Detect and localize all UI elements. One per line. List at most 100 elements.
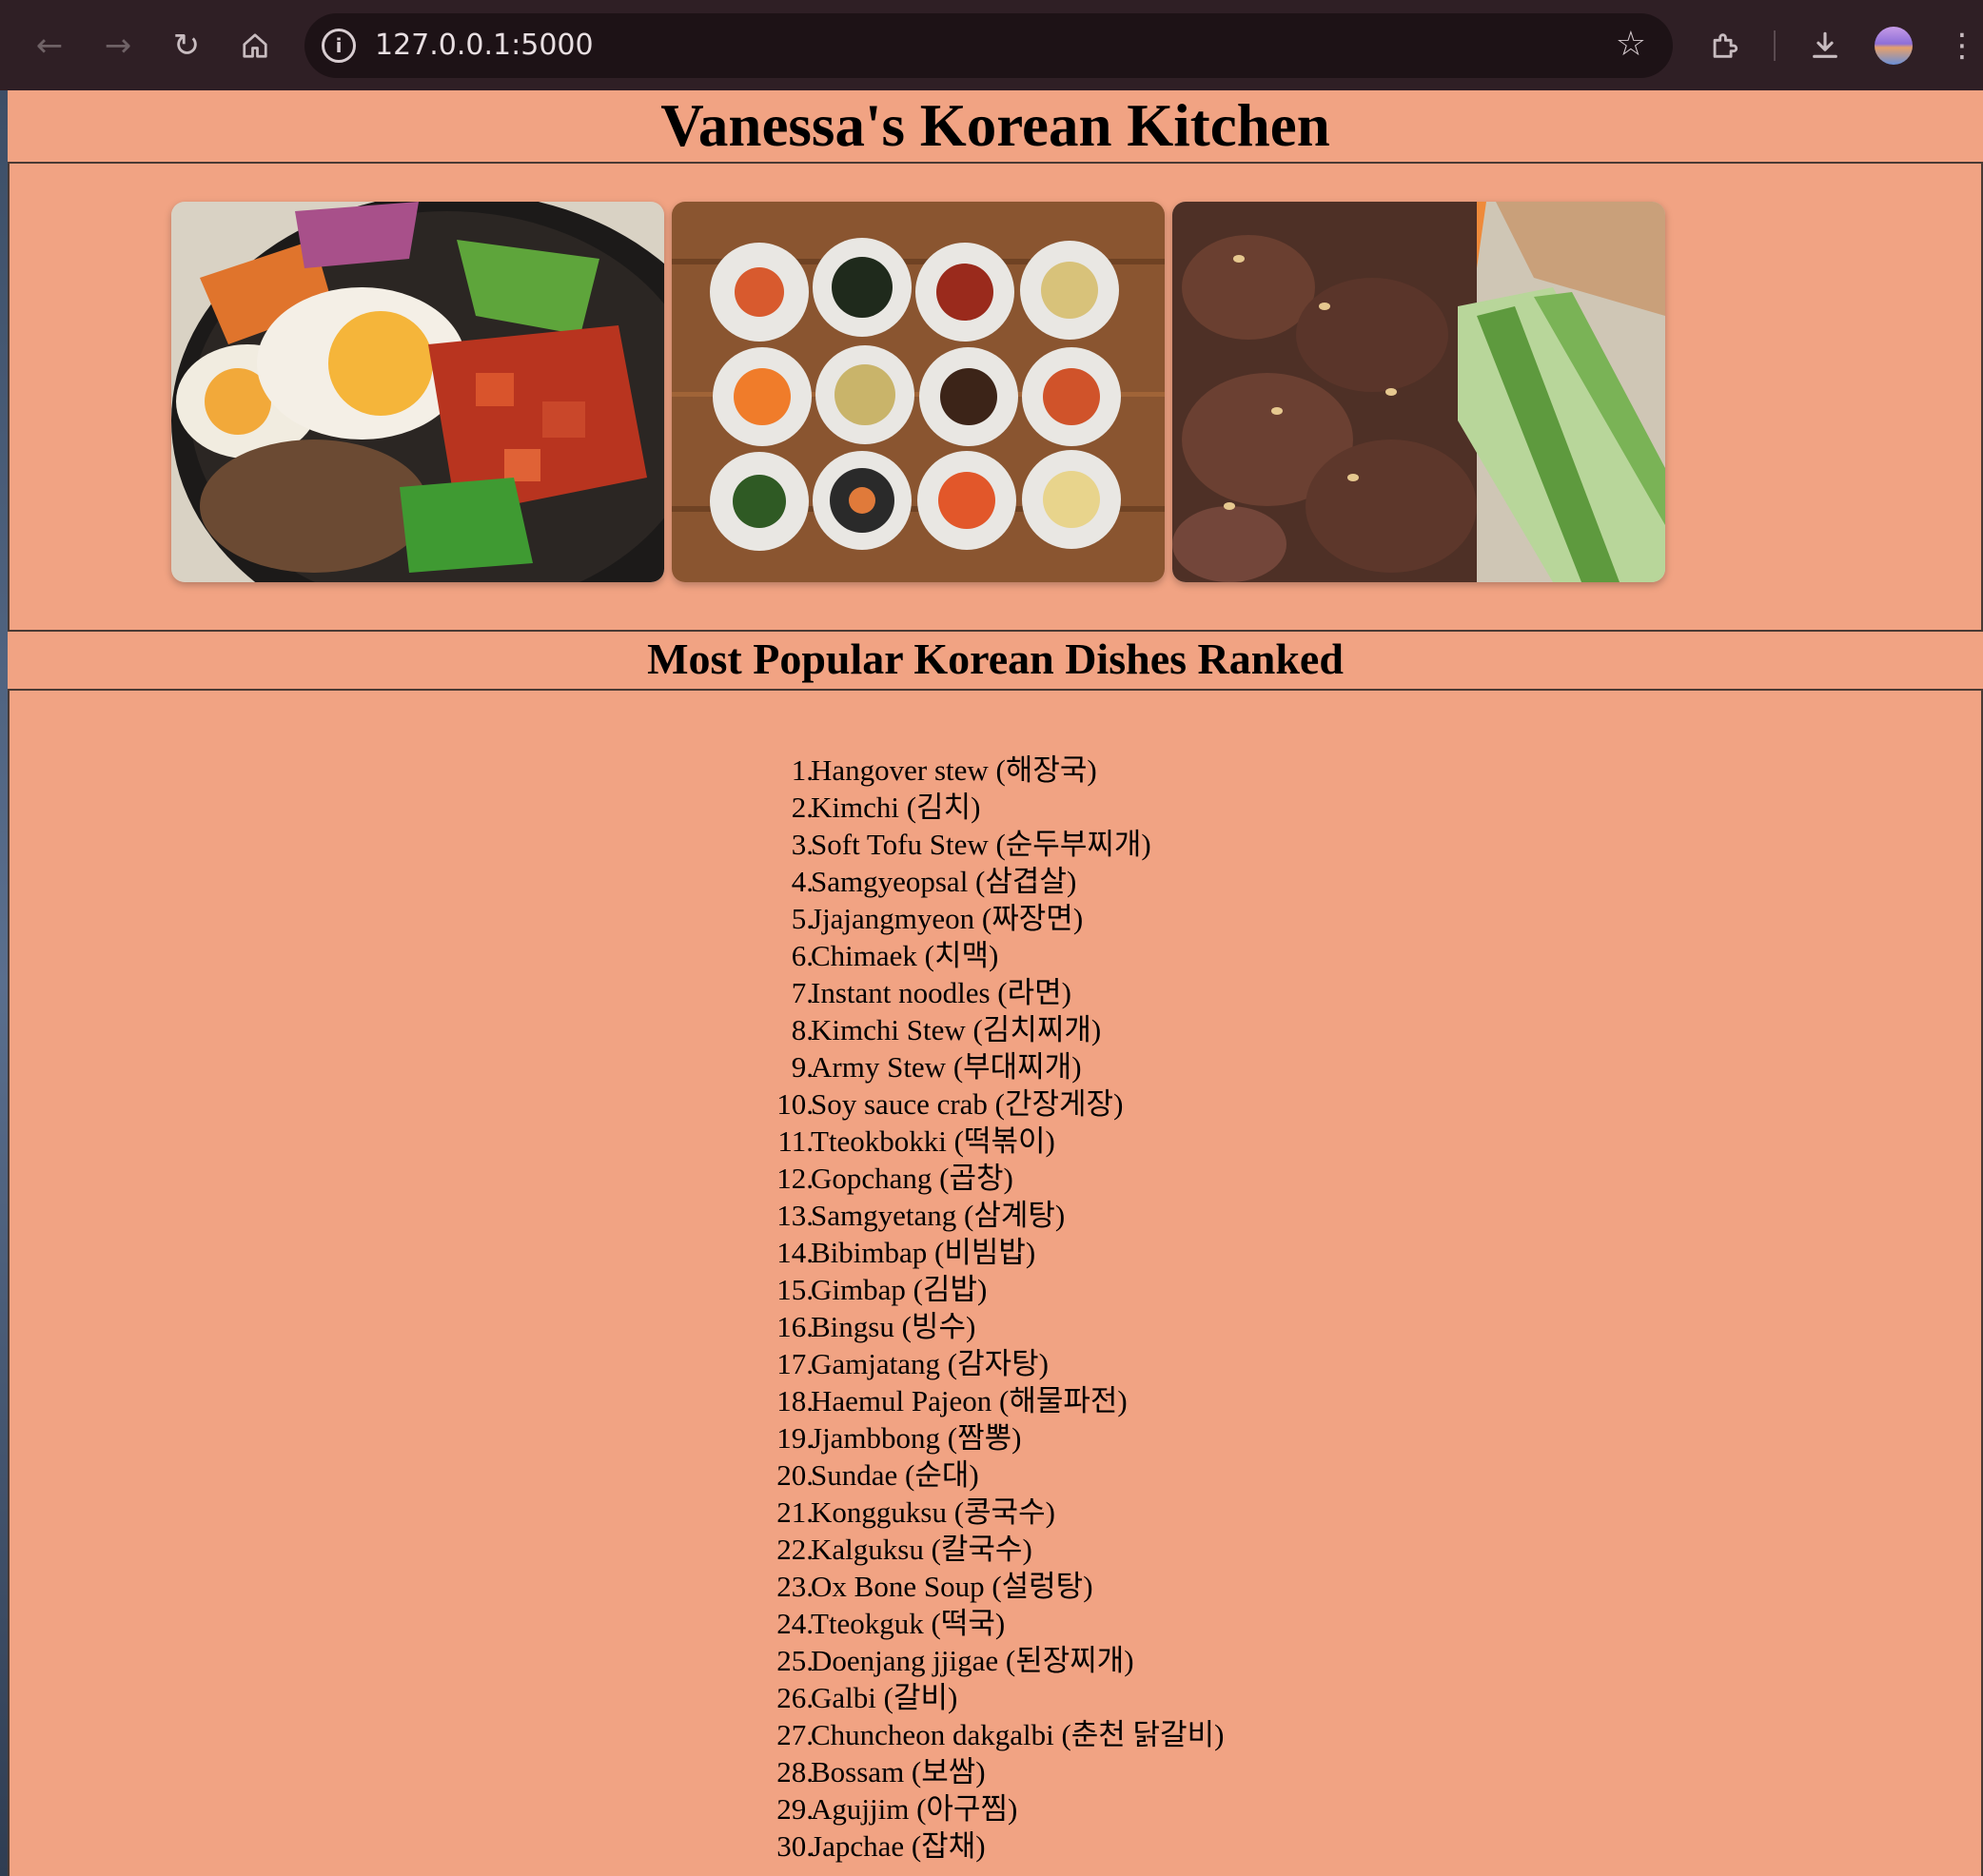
dish-rank: 14. bbox=[776, 1236, 814, 1269]
dish-name: Doenjang jjigae (된장찌개) bbox=[811, 1644, 1134, 1677]
list-item: 23. Ox Bone Soup (설렁탕) bbox=[10, 1568, 1981, 1605]
dish-rank: 24. bbox=[776, 1607, 814, 1640]
list-item: 24. Tteokguk (떡국) bbox=[10, 1605, 1981, 1642]
bibimbap-photo bbox=[171, 202, 664, 582]
dish-name: Soy sauce crab (간장게장) bbox=[811, 1087, 1124, 1121]
home-icon[interactable] bbox=[230, 21, 280, 70]
list-item: 11. Tteokbokki (떡볶이) bbox=[10, 1123, 1981, 1160]
list-item: 5. Jjajangmyeon (짜장면) bbox=[10, 900, 1981, 937]
list-item: 8. Kimchi Stew (김치찌개) bbox=[10, 1011, 1981, 1048]
dish-rank: 15. bbox=[776, 1273, 814, 1306]
banchan-photo bbox=[672, 202, 1165, 582]
dish-name: Gimbap (김밥) bbox=[811, 1273, 988, 1306]
dish-name: Gopchang (곱창) bbox=[811, 1162, 1013, 1195]
dish-rank: 23. bbox=[776, 1570, 814, 1603]
dish-name: Bibimbap (비빔밥) bbox=[811, 1236, 1036, 1269]
list-item: 19. Jjambbong (짬뽕) bbox=[10, 1419, 1981, 1456]
dish-rank: 12. bbox=[776, 1162, 814, 1195]
list-item: 10. Soy sauce crab (간장게장) bbox=[10, 1085, 1981, 1123]
back-arrow-icon[interactable]: ← bbox=[25, 21, 74, 70]
dish-name: Agujjim (아구찜) bbox=[811, 1792, 1018, 1826]
list-item: 25. Doenjang jjigae (된장찌개) bbox=[10, 1642, 1981, 1679]
dish-name: Haemul Pajeon (해물파전) bbox=[811, 1384, 1128, 1417]
bulgogi-photo bbox=[1172, 202, 1665, 582]
dish-name: Jjambbong (짬뽕) bbox=[811, 1421, 1022, 1455]
dish-rank: 18. bbox=[776, 1384, 814, 1417]
dish-rank: 29. bbox=[776, 1792, 814, 1826]
list-item: 18. Haemul Pajeon (해물파전) bbox=[10, 1382, 1981, 1419]
list-item: 6. Chimaek (치맥) bbox=[10, 937, 1981, 974]
dish-rank: 25. bbox=[776, 1644, 814, 1677]
list-item: 20. Sundae (순대) bbox=[10, 1456, 1981, 1494]
list-item: 26. Galbi (갈비) bbox=[10, 1679, 1981, 1716]
list-item: 21. Kongguksu (콩국수) bbox=[10, 1494, 1981, 1531]
forward-arrow-icon[interactable]: → bbox=[93, 21, 143, 70]
list-item: 12. Gopchang (곱창) bbox=[10, 1160, 1981, 1197]
dish-name: Kongguksu (콩국수) bbox=[811, 1495, 1055, 1529]
list-item: 7. Instant noodles (라면) bbox=[10, 974, 1981, 1011]
dish-name: Bossam (보쌈) bbox=[811, 1755, 986, 1788]
dish-name: Tteokbokki (떡볶이) bbox=[811, 1124, 1055, 1158]
dish-rank: 17. bbox=[776, 1347, 814, 1380]
reload-icon[interactable]: ↻ bbox=[162, 21, 211, 70]
dish-name: Bingsu (빙수) bbox=[811, 1310, 976, 1343]
list-item: 16. Bingsu (빙수) bbox=[10, 1308, 1981, 1345]
ranking-panel: 1. Hangover stew (해장국) 2. Kimchi (김치) 3. Soft… bbox=[8, 689, 1983, 1876]
dish-name: Chimaek (치맥) bbox=[811, 939, 999, 972]
dish-rank: 19. bbox=[776, 1421, 814, 1455]
bookmark-star-icon[interactable]: ☆ bbox=[1616, 25, 1646, 64]
browser-toolbar: ← → ↻ i 127.0.0.1:5000 ☆ ⋮ bbox=[0, 0, 1983, 90]
list-item: 28. Bossam (보쌈) bbox=[10, 1753, 1981, 1790]
address-bar[interactable]: i 127.0.0.1:5000 ☆ bbox=[304, 13, 1673, 78]
dish-name: Gamjatang (감자탕) bbox=[811, 1347, 1049, 1380]
photo-gallery bbox=[8, 162, 1983, 632]
dish-name: Hangover stew (해장국) bbox=[811, 753, 1097, 787]
list-item: 14. Bibimbap (비빔밥) bbox=[10, 1234, 1981, 1271]
dish-rank: 20. bbox=[776, 1458, 814, 1492]
list-item: 17. Gamjatang (감자탕) bbox=[10, 1345, 1981, 1382]
page-content: Vanessa's Korean Kitchen Most Popular Ko… bbox=[8, 90, 1983, 1876]
dish-name: Chuncheon dakgalbi (춘천 닭갈비) bbox=[811, 1718, 1225, 1751]
list-item: 27. Chuncheon dakgalbi (춘천 닭갈비) bbox=[10, 1716, 1981, 1753]
profile-avatar[interactable] bbox=[1875, 27, 1913, 65]
list-item: 13. Samgyetang (삼계탕) bbox=[10, 1197, 1981, 1234]
dish-name: Soft Tofu Stew (순두부찌개) bbox=[811, 828, 1151, 861]
list-item: 3. Soft Tofu Stew (순두부찌개) bbox=[10, 826, 1981, 863]
dish-name: Jjajangmyeon (짜장면) bbox=[811, 902, 1084, 935]
dish-name: Sundae (순대) bbox=[811, 1458, 979, 1492]
dish-list: 1. Hangover stew (해장국) 2. Kimchi (김치) 3. Soft… bbox=[10, 752, 1981, 1865]
url-text[interactable]: 127.0.0.1:5000 bbox=[375, 29, 594, 62]
dish-rank: 26. bbox=[776, 1681, 814, 1714]
extensions-icon[interactable] bbox=[1699, 21, 1749, 70]
dish-name: Samgyeopsal (삼겹살) bbox=[811, 865, 1077, 898]
list-item: 9. Army Stew (부대찌개) bbox=[10, 1048, 1981, 1085]
list-item: 30. Japchae (잡채) bbox=[10, 1827, 1981, 1865]
list-item: 2. Kimchi (김치) bbox=[10, 789, 1981, 826]
list-item: 15. Gimbap (김밥) bbox=[10, 1271, 1981, 1308]
dish-name: Tteokguk (떡국) bbox=[811, 1607, 1006, 1640]
site-title: Vanessa's Korean Kitchen bbox=[660, 92, 1330, 159]
list-item: 1. Hangover stew (해장국) bbox=[10, 752, 1981, 789]
toolbar-divider bbox=[1774, 30, 1776, 61]
list-item: 4. Samgyeopsal (삼겹살) bbox=[10, 863, 1981, 900]
list-item: 22. Kalguksu (칼국수) bbox=[10, 1531, 1981, 1568]
dish-rank: 10. bbox=[776, 1087, 814, 1121]
dish-name: Kimchi Stew (김치찌개) bbox=[811, 1013, 1102, 1046]
dish-rank: 28. bbox=[776, 1755, 814, 1788]
dish-rank: 16. bbox=[776, 1310, 814, 1343]
list-item: 29. Agujjim (아구찜) bbox=[10, 1790, 1981, 1827]
dish-rank: 27. bbox=[776, 1718, 814, 1751]
dish-rank: 30. bbox=[776, 1829, 814, 1863]
dish-rank: 22. bbox=[776, 1533, 814, 1566]
dish-name: Instant noodles (라면) bbox=[811, 976, 1071, 1009]
dish-name: Ox Bone Soup (설렁탕) bbox=[811, 1570, 1093, 1603]
dish-rank: 13. bbox=[776, 1199, 814, 1232]
dish-name: Samgyetang (삼계탕) bbox=[811, 1199, 1066, 1232]
dish-name: Kimchi (김치) bbox=[811, 791, 981, 824]
dish-rank: 11. bbox=[777, 1124, 814, 1158]
site-info-icon[interactable]: i bbox=[322, 29, 356, 63]
desktop-edge bbox=[0, 90, 8, 1876]
menu-dots-icon[interactable]: ⋮ bbox=[1937, 21, 1983, 70]
dish-name: Kalguksu (칼국수) bbox=[811, 1533, 1032, 1566]
download-icon[interactable] bbox=[1800, 21, 1850, 70]
